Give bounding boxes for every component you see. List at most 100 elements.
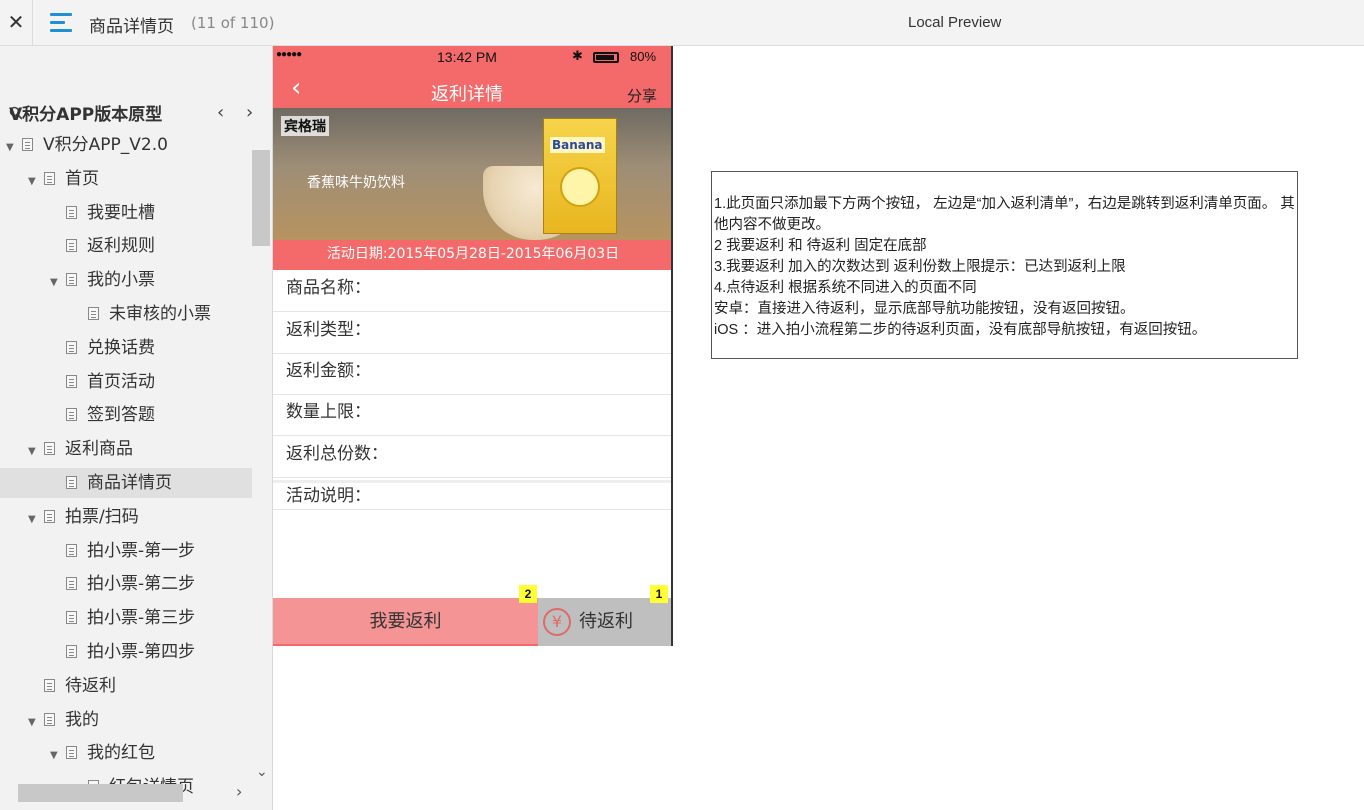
page-icon: [44, 442, 55, 456]
sitemap-item-label: 商品详情页: [87, 473, 172, 493]
sitemap-item[interactable]: ▼ 我的小票: [0, 265, 252, 295]
page-icon: [66, 205, 77, 219]
sitemap-item-label: 兑换话费: [87, 337, 155, 358]
back-arrow-icon[interactable]: ‹: [291, 73, 301, 103]
sitemap-item[interactable]: ▼ 返利商品: [0, 434, 252, 464]
sitemap-item-label: 首页: [65, 168, 99, 189]
annotation-badge-2: 2: [519, 585, 537, 603]
product-field: 活动说明：: [273, 480, 671, 510]
page-icon: [66, 374, 77, 388]
top-bar: ✕ 商品详情页 (11 of 110) Local Preview: [0, 0, 1364, 46]
expand-arrow-icon[interactable]: ▼: [28, 167, 44, 197]
nav-bar: ‹ 返利详情 分享: [273, 68, 671, 108]
sitemap-item[interactable]: 拍小票-第三步: [0, 603, 252, 633]
note-line: 2 我要返利 和 待返利 固定在底部: [714, 238, 927, 254]
sitemap-item[interactable]: 拍小票-第四步: [0, 637, 252, 667]
sitemap-menu-icon[interactable]: [50, 13, 72, 33]
note-line: 安卓：直接进入待返利，显示底部导航功能按钮，没有返回按钮。: [714, 301, 1135, 317]
product-box-image: Banana: [543, 118, 617, 234]
expand-arrow-icon[interactable]: ▼: [6, 133, 22, 163]
page-icon: [66, 476, 77, 489]
sitemap-item[interactable]: 我要吐槽: [0, 198, 252, 228]
sitemap-item[interactable]: 兑换话费: [0, 333, 252, 363]
product-field: 返利类型：: [273, 312, 671, 354]
page-icon: [66, 340, 77, 354]
pending-rebate-button[interactable]: ¥ 待返利: [538, 598, 671, 646]
battery-icon: [593, 52, 619, 63]
sitemap-item-label: 返利规则: [87, 236, 155, 257]
page-icon: [66, 611, 77, 625]
sitemap-item[interactable]: ▼ 首页: [0, 164, 252, 194]
note-line: iOS ：进入拍小流程第二步的待返利页面，没有底部导航按钮，有返回按钮。: [714, 322, 1207, 338]
sitemap-item-label: 拍小票-第二步: [87, 574, 196, 595]
sitemap-item[interactable]: ▼ V积分APP_V2.0: [0, 130, 252, 160]
sitemap-item-label: 我的红包: [87, 743, 155, 764]
next-page-button[interactable]: ›: [246, 102, 253, 123]
scroll-down-arrow-icon[interactable]: ⌄: [256, 764, 268, 780]
sitemap-item-label: 返利商品: [65, 439, 133, 460]
sitemap-item[interactable]: 返利规则: [0, 231, 252, 261]
activity-date: 活动日期:2015年05月28日-2015年06月03日: [273, 240, 671, 270]
page-icon: [44, 712, 55, 726]
preview-label: Local Preview: [908, 14, 1002, 31]
product-field: 商品名称：: [273, 270, 671, 312]
page-icon: [66, 577, 77, 591]
bluetooth-icon: ✱: [572, 48, 583, 63]
annotation-badge-1: 1: [650, 585, 668, 603]
sitemap-item[interactable]: 待返利: [0, 671, 252, 701]
status-time: 13:42 PM: [437, 49, 497, 65]
expand-arrow-icon[interactable]: ▼: [50, 268, 66, 298]
sitemap-item[interactable]: 拍小票-第二步: [0, 569, 252, 599]
page-icon: [44, 678, 55, 692]
sitemap-item[interactable]: 未审核的小票: [0, 299, 252, 329]
previous-page-button[interactable]: ‹: [217, 102, 224, 123]
close-button[interactable]: ✕: [0, 0, 33, 46]
product-text: 香蕉味牛奶饮料: [307, 175, 405, 191]
page-count: (11 of 110): [191, 14, 275, 32]
expand-arrow-icon[interactable]: ▼: [28, 437, 44, 467]
page-icon: [66, 273, 77, 287]
add-rebate-label: 我要返利: [369, 611, 442, 632]
sitemap-item-label: V积分APP_V2.0: [43, 135, 168, 155]
sitemap-item-label: 拍小票-第一步: [87, 540, 196, 561]
vertical-scrollbar[interactable]: [252, 150, 270, 246]
brand-logo: 宾格瑞: [281, 116, 329, 136]
sitemap-item[interactable]: ▼ 拍票/扫码: [0, 502, 252, 532]
note-line: 3.我要返利 加入的次数达到 返利份数上限提示：已达到返利上限: [714, 259, 1126, 275]
sitemap-item[interactable]: ▼ 我的: [0, 705, 252, 735]
product-box-label: Banana: [550, 137, 605, 153]
expand-arrow-icon[interactable]: ▼: [28, 708, 44, 738]
share-button[interactable]: 分享: [627, 85, 657, 106]
sitemap-item-label: 我的: [65, 709, 99, 730]
sitemap-item-label: 拍小票-第四步: [87, 642, 196, 662]
page-icon: [44, 509, 55, 523]
sitemap-sidebar: ‹ › V积分APP版本原型 ▼ V积分APP_V2.0 ▼ 首页 我要吐槽 返利规则 ▼ 我…: [0, 46, 273, 810]
product-field: 返利总份数：: [273, 436, 671, 478]
sitemap-item[interactable]: ▼ 我的红包: [0, 738, 252, 768]
scroll-right-arrow-icon[interactable]: ›: [236, 782, 242, 801]
sitemap-item[interactable]: 拍小票-第一步: [0, 536, 252, 566]
sitemap-item-label: 拍票/扫码: [65, 506, 139, 527]
add-rebate-button[interactable]: 我要返利: [273, 598, 538, 646]
banana-image: [560, 167, 600, 207]
sitemap-item[interactable]: 签到答题: [0, 400, 252, 430]
sitemap-item-label: 签到答题: [87, 405, 155, 426]
pending-rebate-label: 待返利: [579, 611, 633, 632]
sitemap-item[interactable]: 首页活动: [0, 367, 252, 397]
product-banner: 宾格瑞 Banana 香蕉味牛奶饮料: [273, 108, 671, 240]
note-line: 4.点待返利 根据系统不同进入的页面不同: [714, 280, 977, 296]
annotation-note: 1.此页面只添加最下方两个按钮， 左边是“加入返利清单”，右边是跳转到返利清单页…: [711, 171, 1298, 359]
page-icon: [66, 645, 77, 658]
product-field: 返利金额：: [273, 353, 671, 395]
page-icon: [22, 138, 33, 151]
horizontal-scrollbar[interactable]: [18, 784, 183, 802]
sitemap-item[interactable]: 商品详情页: [0, 468, 252, 498]
note-line: 1.此页面只添加最下方两个按钮， 左边是“加入返利清单”，右边是跳转到返利清单页…: [714, 196, 1295, 233]
page-icon: [44, 171, 55, 185]
page-icon: [88, 307, 99, 320]
sitemap-item-label: 首页活动: [87, 371, 155, 392]
expand-arrow-icon[interactable]: ▼: [50, 741, 66, 771]
close-icon: ✕: [7, 10, 25, 34]
signal-icon: ●●●●●: [276, 49, 302, 60]
expand-arrow-icon[interactable]: ▼: [28, 505, 44, 535]
